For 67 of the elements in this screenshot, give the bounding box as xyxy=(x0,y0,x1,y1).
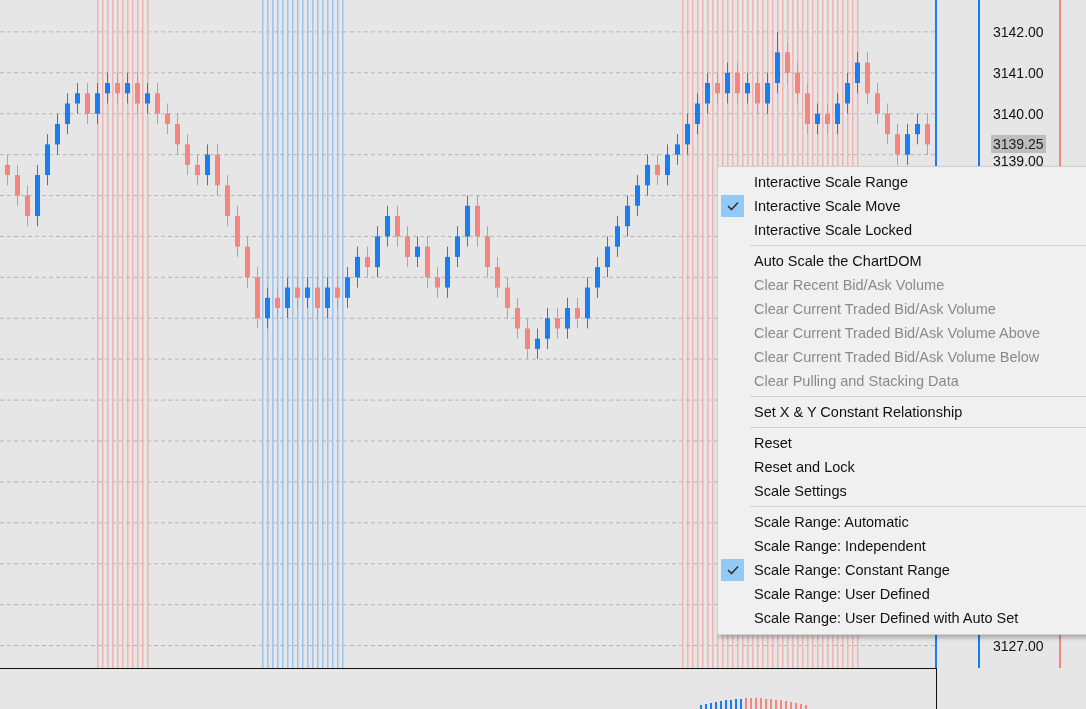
candle xyxy=(605,236,610,278)
candle xyxy=(765,72,770,114)
candle xyxy=(305,277,310,308)
menu-item[interactable]: Scale Range: Constant Range xyxy=(718,558,1086,582)
candle xyxy=(145,83,150,114)
menu-item[interactable]: Reset xyxy=(718,431,1086,455)
candle xyxy=(535,328,540,360)
candle xyxy=(895,123,900,165)
candle xyxy=(135,72,140,114)
menu-item[interactable]: Scale Range: User Defined xyxy=(718,582,1086,606)
price-label: 3127.00 xyxy=(993,637,1044,654)
checkmark-icon xyxy=(726,565,739,575)
candle xyxy=(685,113,690,155)
candle xyxy=(475,195,480,247)
menu-item[interactable]: Auto Scale the ChartDOM xyxy=(718,249,1086,273)
menu-item[interactable]: Reset and Lock xyxy=(718,455,1086,479)
candle xyxy=(215,144,220,196)
candle xyxy=(705,72,710,114)
menu-item[interactable]: Interactive Scale Range xyxy=(718,170,1086,194)
checkmark-icon xyxy=(726,201,739,211)
candle xyxy=(745,72,750,104)
candle xyxy=(415,236,420,268)
menu-item[interactable]: Set X & Y Constant Relationship xyxy=(718,400,1086,424)
candle xyxy=(105,72,110,104)
current-price-badge: 3139.25 xyxy=(991,135,1046,154)
candle xyxy=(55,113,60,155)
candle xyxy=(485,226,490,278)
candle xyxy=(715,72,720,104)
candle xyxy=(375,226,380,278)
menu-item[interactable]: Scale Settings xyxy=(718,479,1086,503)
candle xyxy=(505,277,510,319)
candle xyxy=(845,72,850,114)
candle xyxy=(655,154,660,186)
candle xyxy=(315,277,320,319)
candle xyxy=(425,236,430,288)
candle xyxy=(245,236,250,288)
candle xyxy=(5,154,10,186)
price-label: 3140.00 xyxy=(993,105,1044,122)
candle xyxy=(465,195,470,247)
candle xyxy=(925,113,930,155)
price-label: 3141.00 xyxy=(993,64,1044,81)
candle xyxy=(285,277,290,319)
menu-item[interactable]: Interactive Scale Locked xyxy=(718,218,1086,242)
menu-item[interactable]: Interactive Scale Move xyxy=(718,194,1086,218)
candle xyxy=(175,113,180,155)
candle xyxy=(295,277,300,308)
candle xyxy=(645,154,650,196)
candle xyxy=(585,277,590,329)
menu-item[interactable]: Scale Range: Independent xyxy=(718,534,1086,558)
candle xyxy=(75,83,80,114)
candle xyxy=(115,72,120,104)
candle xyxy=(905,123,910,165)
candle xyxy=(755,72,760,114)
candle xyxy=(915,113,920,145)
candle xyxy=(365,246,370,278)
candle xyxy=(275,287,280,319)
menu-item[interactable]: Scale Range: Automatic xyxy=(718,510,1086,534)
candle xyxy=(335,277,340,308)
candle xyxy=(775,31,780,94)
price-label: 3139.00 xyxy=(993,152,1044,169)
candle xyxy=(325,277,330,319)
candle xyxy=(525,318,530,360)
candle xyxy=(125,72,130,104)
candle xyxy=(625,195,630,237)
price-label: 3142.00 xyxy=(993,23,1044,40)
candle xyxy=(195,154,200,186)
menu-item[interactable]: Scale Range: User Defined with Auto Set xyxy=(718,606,1086,630)
